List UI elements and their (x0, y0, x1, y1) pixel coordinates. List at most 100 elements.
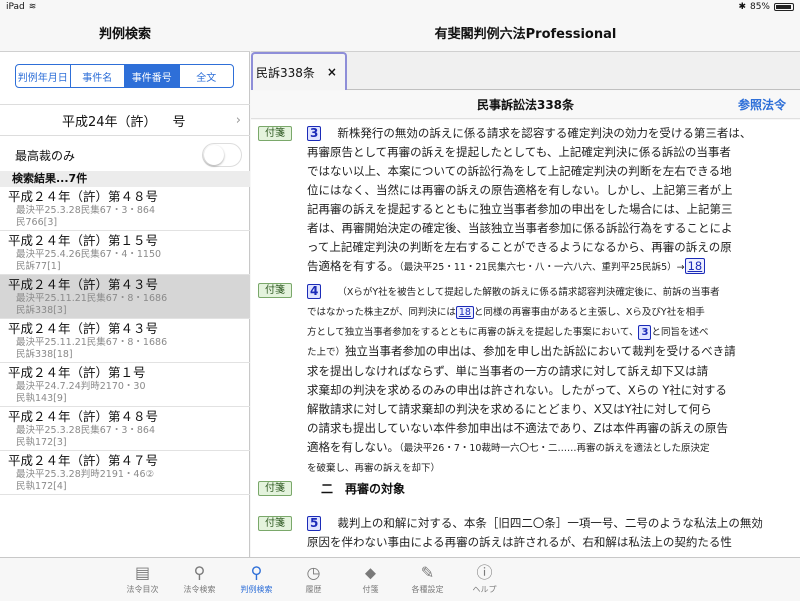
search-icon: ⚲ (193, 563, 206, 582)
result-citation: 最決平25.11.21民集67・8・1686 (16, 293, 168, 304)
bottom-tab-bar: ▤ 法令目次 ⚲ 法令検索 ⚲ 判例検索 ◷ 履歴 ⬥ 付箋 ✎ 各種設定 ⓘ … (0, 557, 800, 600)
text-line: 独立当事者参加の申出は、参加を申し出た訴訟において裁判を受けるべき請 (345, 344, 736, 358)
sticky-note-button[interactable]: 付箋 (258, 516, 292, 531)
tab-label: 法令検索 (183, 585, 216, 594)
chevron-right-icon: › (235, 113, 241, 128)
cross-reference-link[interactable]: 18 (455, 306, 474, 319)
result-law-ref: 民執143[9] (16, 393, 67, 404)
result-item[interactable]: 平成２４年（許）第４８号 最決平25.3.28民集67・3・864 民執172[… (0, 407, 250, 451)
results-list: 平成２４年（許）第４８号 最決平25.3.28民集67・3・864 民766[3… (0, 187, 250, 495)
book-icon: ▤ (134, 563, 151, 582)
close-icon[interactable]: × (327, 65, 337, 79)
segment-case-number[interactable]: 事件番号 (125, 65, 180, 87)
tab-label: 法令目次 (126, 585, 159, 594)
segment-case-name[interactable]: 事件名 (71, 65, 125, 87)
result-item[interactable]: 平成２４年（許）第４８号 最決平25.3.28民集67・3・864 民766[3… (0, 187, 250, 231)
tab-settings[interactable]: ✎ 各種設定 (399, 558, 456, 601)
supreme-court-only-switch[interactable] (202, 143, 242, 167)
case-number-selector[interactable]: 平成24年（許） 号 › (0, 104, 250, 136)
result-item[interactable]: 平成２４年（許）第１号 最決平24.7.24判時2170・30 民執143[9] (0, 363, 250, 407)
sticky-note-button[interactable]: 付箋 (258, 481, 292, 496)
annotation-number[interactable]: 5 (307, 516, 322, 531)
result-citation: 最決平25.11.21民集67・8・1686 (16, 337, 168, 348)
text-line: 方として独立当事者参加をするとともに再審の訴えを提起した事案において、 (307, 327, 639, 338)
result-title: 平成２４年（許）第４７号 (8, 453, 159, 468)
tag-icon: ⬥ (364, 563, 377, 582)
search-type-segmented-control: 判例年月日 事件名 事件番号 全文 (15, 64, 234, 88)
segment-date[interactable]: 判例年月日 (16, 65, 71, 87)
text-line: た上で） (307, 347, 346, 358)
tab-case-search[interactable]: ⚲ 判例検索 (228, 558, 285, 601)
text-line: って上記確定判決の判断を左右することができるようになるから、再審の訴えの原 (307, 240, 732, 254)
text-line: 記再審の訴えを提起するとともに独立当事者参加の申出をした場合には、上記第三 (307, 202, 733, 216)
search-icon: ⚲ (250, 563, 263, 582)
result-item[interactable]: 平成２４年（許）第４７号 最決平25.3.28判時2191・46② 民執172[… (0, 451, 250, 495)
text-line: 告適格を有する。 (307, 259, 399, 273)
tab-history[interactable]: ◷ 履歴 (285, 558, 342, 601)
text-line: 位にはなく、当然には再審の訴えの原告適格を有しない。しかし、上記第三者が上 (307, 183, 733, 197)
annotation-text: 3 新株発行の無効の訴えに係る請求を認容する確定判決の効力を受ける第三者は、 再審… (307, 124, 789, 277)
result-citation: 最決平25.4.26民集67・4・1150 (16, 249, 162, 260)
law-title: 民事訴訟法338条 (476, 98, 575, 112)
wrench-icon: ✎ (420, 563, 435, 582)
text-line: ではなかった株主Zが、同判決には (307, 307, 456, 318)
result-title: 平成２４年（許）第１５号 (8, 233, 159, 248)
device-label: iPad (6, 2, 25, 12)
result-law-ref: 民訴338[3] (16, 305, 67, 316)
result-law-ref: 民執172[4] (16, 481, 67, 492)
supreme-court-toggle-row: 最高裁のみ (0, 140, 250, 170)
tab-law-contents[interactable]: ▤ 法令目次 (114, 558, 171, 601)
case-search-panel: 判例検索 判例年月日 事件名 事件番号 全文 平成24年（許） 号 › 最高裁の… (0, 0, 250, 557)
result-law-ref: 民訴77[1] (16, 261, 61, 272)
result-law-ref: 民執172[3] (16, 437, 67, 448)
document-tab-bar: 民訴338条 × (251, 52, 800, 90)
result-law-ref: 民766[3] (16, 217, 58, 228)
reference-laws-button[interactable]: 参照法令 (738, 96, 786, 113)
text-line: 解散請求に対して請求棄却の判決を求めるにとどまり、X又はY社に対して何ら (307, 402, 712, 416)
text-line: 新株発行の無効の訴えに係る請求を認容する確定判決の効力を受ける第三者は、 (337, 126, 752, 140)
sticky-note-button[interactable]: 付箋 (258, 283, 292, 298)
result-item[interactable]: 平成２４年（許）第４３号 最決平25.11.21民集67・8・1686 民訴33… (0, 319, 250, 363)
tab-help[interactable]: ⓘ ヘルプ (456, 558, 513, 601)
section-heading: 二 再審の対象 (321, 482, 406, 496)
text-line: 求を提出しなければならず、単に当事者の一方の請求に対して訴え却下又は請 (307, 364, 709, 378)
text-line: と同様の再審事由があると主張し、Xら及びY社を相手 (473, 307, 705, 318)
text-line: と同旨を述べ (651, 327, 709, 338)
text-line: の請求も提出していない本件参加申出は不適法であり、Zは本件再審の訴えの原告 (307, 421, 728, 435)
result-item-selected[interactable]: 平成２４年（許）第４３号 最決平25.11.21民集67・8・1686 民訴33… (0, 275, 250, 319)
status-bar: iPad ≋ ✱ 85% (0, 0, 800, 14)
case-search-title: 判例検索 (0, 14, 250, 52)
sticky-note-button[interactable]: 付箋 (258, 126, 292, 141)
result-citation: 最決平24.7.24判時2170・30 (16, 381, 146, 392)
law-title-bar: 民事訴訟法338条 参照法令 (251, 91, 800, 119)
tab-label: ヘルプ (472, 585, 497, 594)
article-content: 付箋 3 新株発行の無効の訴えに係る請求を認容する確定判決の効力を受ける第三者は、… (251, 120, 800, 557)
cross-reference-link[interactable]: 18 (684, 258, 706, 274)
annotation-number[interactable]: 4 (307, 284, 322, 299)
tab-article-338[interactable]: 民訴338条 × (251, 52, 347, 90)
result-item[interactable]: 平成２４年（許）第１５号 最決平25.4.26民集67・4・1150 民訴77[… (0, 231, 250, 275)
text-line: 者は、再審開始決定の確定後、当該独立当事者参加に係る訴訟行為をすることによ (307, 221, 733, 235)
tab-label: 履歴 (305, 585, 322, 594)
citation: （最決平26・7・10裁時一六〇七・二……再審の訴えを適法とした原決定 (399, 443, 710, 454)
tab-law-search[interactable]: ⚲ 法令検索 (171, 558, 228, 601)
citation: を破棄し、再審の訴えを却下） (307, 463, 441, 474)
cross-reference-number[interactable]: 3 (638, 325, 652, 340)
result-citation: 最決平25.3.28民集67・3・864 (16, 205, 156, 216)
battery-icon (774, 3, 794, 11)
result-citation: 最決平25.3.28判時2191・46② (16, 469, 155, 480)
text-line: 適格を有しない。 (307, 440, 399, 454)
tab-label: 判例検索 (240, 585, 273, 594)
annotation-number[interactable]: 3 (307, 126, 322, 141)
text-line: ではない以上、本案についての訴訟行為をして上記確定判決の判断を左右できる地 (307, 164, 732, 178)
tab-sticky-notes[interactable]: ⬥ 付箋 (342, 558, 399, 601)
result-title: 平成２４年（許）第１号 (8, 365, 146, 380)
result-title: 平成２４年（許）第４３号 (8, 277, 159, 292)
segment-full-text[interactable]: 全文 (180, 65, 234, 87)
supreme-court-only-label: 最高裁のみ (15, 148, 76, 163)
text-line: （XらがY社を被告として提起した解散の訴えに係る請求認容判決確定後に、前訴の当事… (337, 287, 720, 298)
number-suffix: 号 (172, 114, 186, 130)
results-count: 検索結果...7件 (0, 171, 250, 187)
info-icon: ⓘ (476, 563, 493, 582)
battery-percent: 85% (749, 2, 770, 12)
